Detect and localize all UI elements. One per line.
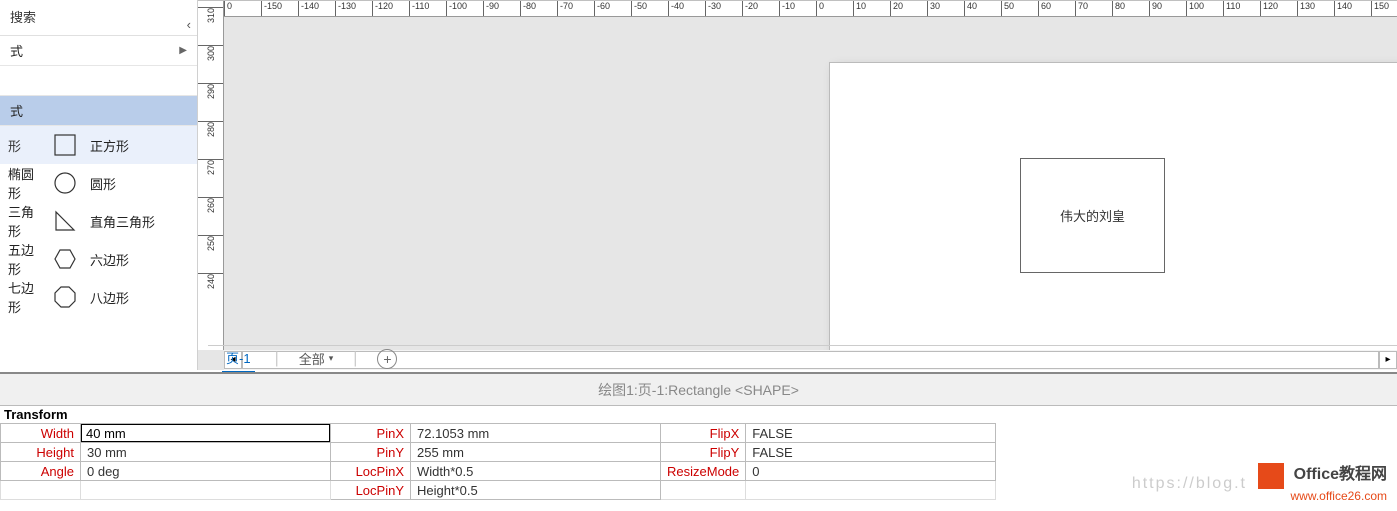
search-row[interactable]: 搜索 xyxy=(0,0,197,36)
cell-label-angle[interactable]: Angle xyxy=(1,462,81,481)
panel-category-2[interactable] xyxy=(0,66,197,96)
office-logo-icon xyxy=(1258,463,1284,489)
collapse-panel-button[interactable]: ‹ xyxy=(187,17,191,32)
cell-label-locpiny[interactable]: LocPinY xyxy=(331,481,411,500)
cell-value-locpinx[interactable]: Width*0.5 xyxy=(411,462,661,481)
shape-item-triangle[interactable]: 三角形 直角三角形 xyxy=(0,202,197,240)
cell-value-width[interactable] xyxy=(81,424,331,443)
drawing-page[interactable]: 伟大的刘皇 xyxy=(829,62,1397,350)
cell-value-piny[interactable]: 255 mm xyxy=(411,443,661,462)
cell-value-pinx[interactable]: 72.1053 mm xyxy=(411,424,661,443)
panel-category-label: 式 xyxy=(10,101,23,120)
panel-category-1[interactable]: 式 ▶ xyxy=(0,36,197,66)
table-row: Height 30 mm PinY 255 mm FlipY FALSE xyxy=(1,443,996,462)
chevron-down-icon: ▾ xyxy=(329,353,334,364)
shape-item-ellipse[interactable]: 椭圆形 圆形 xyxy=(0,164,197,202)
truncated-label: 五边形 xyxy=(8,240,40,278)
watermark-url: www.office26.com xyxy=(1291,489,1388,503)
page-tabs: 页-1 | 全部 ▾ | + xyxy=(208,345,1397,371)
shape-text: 伟大的刘皇 xyxy=(1060,206,1125,225)
cell-value-flipx[interactable]: FALSE xyxy=(746,424,996,443)
canvas-area: 310300290280270260250240 0-150-140-130-1… xyxy=(198,0,1397,370)
shape-label: 八边形 xyxy=(90,288,129,307)
cell-empty xyxy=(81,481,331,500)
drawing-canvas[interactable]: 伟大的刘皇 xyxy=(224,17,1397,350)
tab-all-pages[interactable]: 全部 ▾ xyxy=(299,349,334,368)
shape-label: 直角三角形 xyxy=(90,212,155,231)
cell-label-resizemode[interactable]: ResizeMode xyxy=(661,462,746,481)
shapesheet-title-bar: 绘图1:页-1:Rectangle <SHAPE> xyxy=(0,372,1397,406)
square-icon xyxy=(52,132,78,158)
tab-all-label: 全部 xyxy=(299,349,325,368)
shapes-panel: ‹ 搜索 式 ▶ 式 形 正方形 椭圆形 圆形 三角形 直角三角形 五边形 六边… xyxy=(0,0,198,370)
cell-label-pinx[interactable]: PinX xyxy=(331,424,411,443)
cell-value-height[interactable]: 30 mm xyxy=(81,443,331,462)
shape-label: 正方形 xyxy=(90,136,129,155)
octagon-icon xyxy=(52,284,78,310)
cell-label-height[interactable]: Height xyxy=(1,443,81,462)
cell-value-locpiny[interactable]: Height*0.5 xyxy=(411,481,661,500)
panel-category-label: 式 xyxy=(10,41,23,60)
cell-empty xyxy=(1,481,81,500)
cell-empty xyxy=(746,481,996,500)
cell-value-flipy[interactable]: FALSE xyxy=(746,443,996,462)
cell-label-flipy[interactable]: FlipY xyxy=(661,443,746,462)
cell-value-resizemode[interactable]: 0 xyxy=(746,462,996,481)
truncated-label: 三角形 xyxy=(8,202,40,240)
truncated-label: 形 xyxy=(8,136,40,155)
panel-category-3-selected[interactable]: 式 xyxy=(0,96,197,126)
cell-value-angle[interactable]: 0 deg xyxy=(81,462,331,481)
shape-item-heptagon[interactable]: 七边形 八边形 xyxy=(0,278,197,316)
shape-item-rectangle[interactable]: 形 正方形 xyxy=(0,126,197,164)
cell-label-piny[interactable]: PinY xyxy=(331,443,411,462)
shape-label: 圆形 xyxy=(90,174,116,193)
width-input[interactable] xyxy=(81,424,330,442)
chevron-right-icon: ▶ xyxy=(179,45,187,56)
vertical-ruler: 310300290280270260250240 xyxy=(198,1,224,350)
tab-page-1[interactable]: 页-1 xyxy=(222,344,255,373)
cell-label-locpinx[interactable]: LocPinX xyxy=(331,462,411,481)
cell-label-width[interactable]: Width xyxy=(1,424,81,443)
section-header-transform[interactable]: Transform xyxy=(0,406,1397,423)
shape-label: 六边形 xyxy=(90,250,129,269)
shapesheet-title: 绘图1:页-1:Rectangle <SHAPE> xyxy=(598,380,799,400)
watermark-brand: Office xyxy=(1294,466,1339,483)
rectangle-shape[interactable]: 伟大的刘皇 xyxy=(1020,158,1165,273)
truncated-label: 椭圆形 xyxy=(8,164,40,202)
horizontal-ruler: 0-150-140-130-120-110-100-90-80-70-60-50… xyxy=(224,1,1397,17)
watermark-brand2: 教程网 xyxy=(1339,466,1387,483)
watermark: Office教程网 www.office26.com xyxy=(1258,460,1387,503)
circle-icon xyxy=(52,170,78,196)
watermark-ghost-url: https://blog.t xyxy=(1132,475,1247,493)
right-triangle-icon xyxy=(52,208,78,234)
cell-label-flipx[interactable]: FlipX xyxy=(661,424,746,443)
add-page-button[interactable]: + xyxy=(377,349,397,369)
table-row: LocPinY Height*0.5 xyxy=(1,481,996,500)
truncated-label: 七边形 xyxy=(8,278,40,316)
hexagon-icon xyxy=(52,246,78,272)
transform-table: Width PinX 72.1053 mm FlipX FALSE Height… xyxy=(0,423,996,500)
table-row: Width PinX 72.1053 mm FlipX FALSE xyxy=(1,424,996,443)
shape-item-pentagon[interactable]: 五边形 六边形 xyxy=(0,240,197,278)
cell-empty xyxy=(661,481,746,500)
table-row: Angle 0 deg LocPinX Width*0.5 ResizeMode… xyxy=(1,462,996,481)
